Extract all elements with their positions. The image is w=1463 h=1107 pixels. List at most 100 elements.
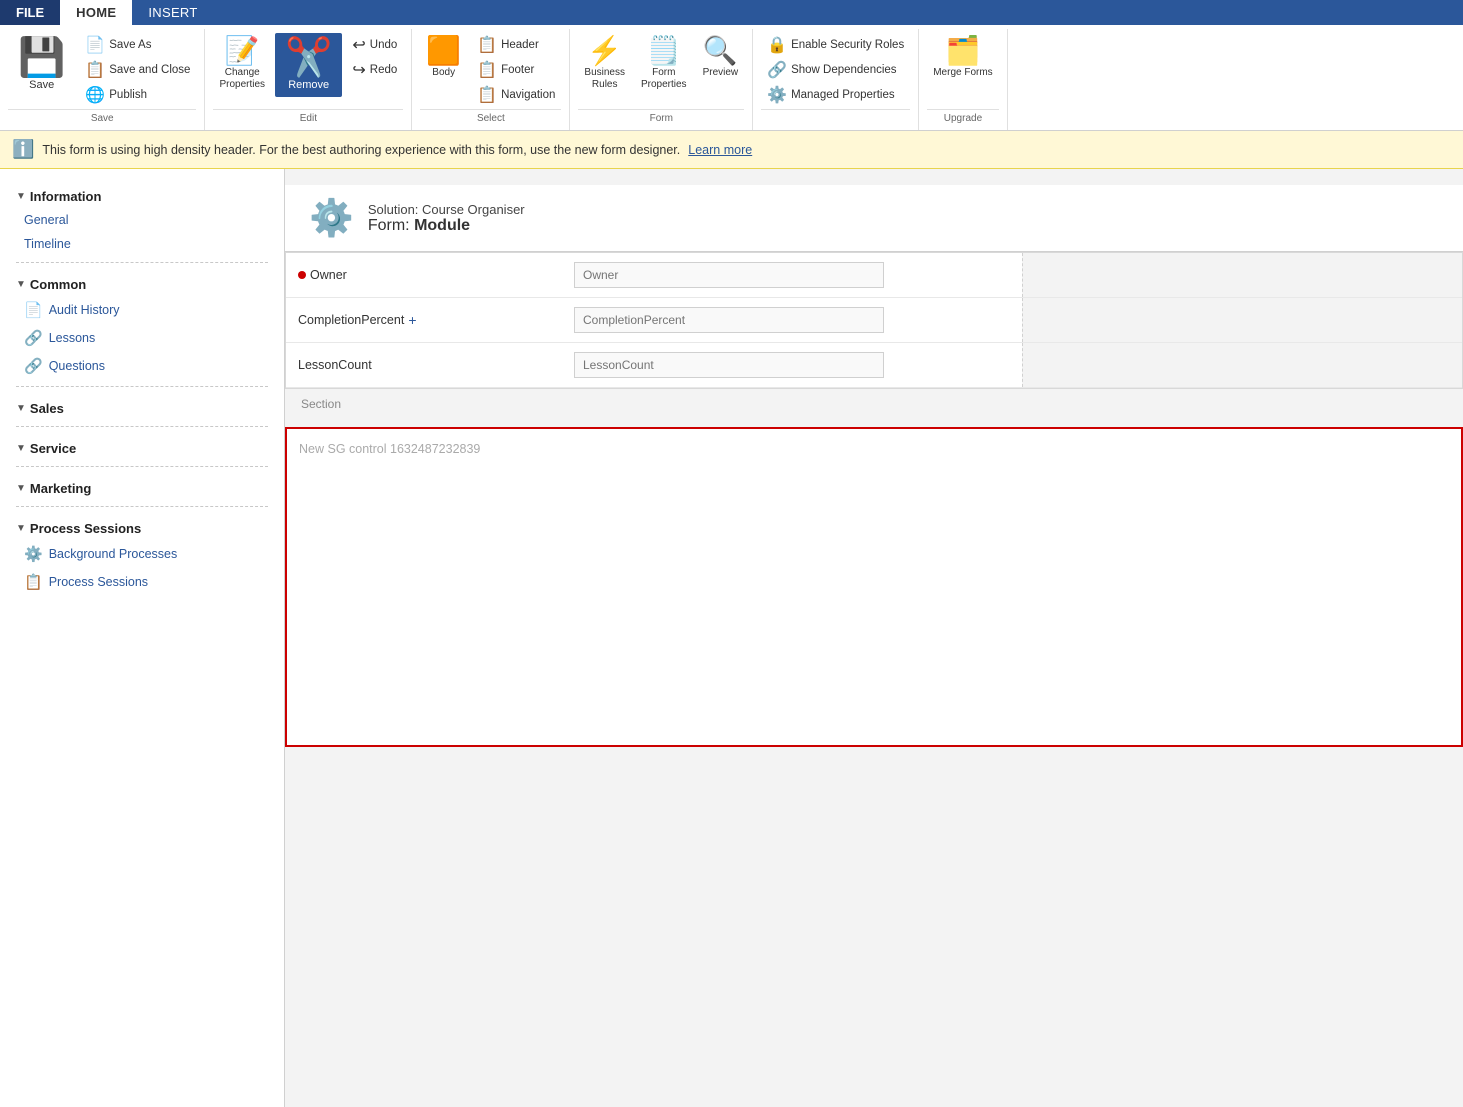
form-small-group: 🔒 Enable Security Roles 🔗 Show Dependenc… <box>761 33 910 107</box>
form-section: Owner CompletionPercent + <box>285 252 1463 389</box>
info-icon: ℹ️ <box>12 139 34 160</box>
form-group-label2 <box>761 109 910 126</box>
sg-control-text: New SG control 1632487232839 <box>299 442 480 456</box>
body-button[interactable]: 🟧 Body <box>420 33 467 83</box>
lessons-icon: 🔗 <box>24 329 43 347</box>
tab-insert[interactable]: INSERT <box>132 0 213 25</box>
change-properties-button[interactable]: 📝 ChangeProperties <box>213 33 271 95</box>
business-rules-button[interactable]: ⚡ BusinessRules <box>578 33 631 95</box>
sidebar-item-background-processes[interactable]: ⚙️ Background Processes <box>0 540 284 568</box>
form-group-items: 🔒 Enable Security Roles 🔗 Show Dependenc… <box>761 33 910 107</box>
sidebar-item-process-sessions[interactable]: 📋 Process Sessions <box>0 568 284 596</box>
save-as-icon: 📄 <box>85 35 105 55</box>
sidebar-section-service: ▼ Service <box>0 433 284 460</box>
completion-input[interactable] <box>574 307 884 333</box>
form-row-completion: CompletionPercent + <box>286 298 1462 343</box>
enable-security-label: Enable Security Roles <box>791 39 904 51</box>
save-group-label: Save <box>8 109 196 126</box>
change-props-label: ChangeProperties <box>219 67 265 91</box>
owner-required-dot <box>298 271 306 279</box>
form-row-lesson-count: LessonCount <box>286 343 1462 388</box>
service-triangle: ▼ <box>16 443 26 454</box>
managed-props-label: Managed Properties <box>791 89 895 101</box>
form-group-label: Form <box>578 109 744 126</box>
merge-forms-label: Merge Forms <box>933 67 992 79</box>
footer-button[interactable]: 📋 Footer <box>471 58 561 82</box>
edit-group-label: Edit <box>213 109 403 126</box>
marketing-triangle: ▼ <box>16 483 26 494</box>
questions-icon: 🔗 <box>24 357 43 375</box>
owner-input[interactable] <box>574 262 884 288</box>
process-sessions-triangle: ▼ <box>16 523 26 534</box>
form-properties-button[interactable]: 🗒️ FormProperties <box>635 33 693 95</box>
sidebar-item-timeline[interactable]: Timeline <box>0 232 284 256</box>
merge-forms-button[interactable]: 🗂️ Merge Forms <box>927 33 998 83</box>
sidebar-item-lessons[interactable]: 🔗 Lessons <box>0 324 284 352</box>
sidebar-item-general[interactable]: General <box>0 208 284 232</box>
edit-group-items: 📝 ChangeProperties ✂️ Remove ↩ Undo ↪ Re… <box>213 33 403 107</box>
remove-button[interactable]: ✂️ Remove <box>275 33 342 97</box>
header-label: Header <box>501 39 539 51</box>
form-label: Form: <box>368 217 410 234</box>
select-group-items: 🟧 Body 📋 Header 📋 Footer 📋 Navigation <box>420 33 561 107</box>
lesson-count-label: LessonCount <box>286 350 566 380</box>
common-header: Common <box>30 277 86 292</box>
footer-label: Footer <box>501 64 534 76</box>
learn-more-link[interactable]: Learn more <box>688 143 752 157</box>
enable-security-button[interactable]: 🔒 Enable Security Roles <box>761 33 910 57</box>
managed-properties-button[interactable]: ⚙️ Managed Properties <box>761 83 910 107</box>
upgrade-group-items: 🗂️ Merge Forms <box>927 33 998 107</box>
lesson-count-input[interactable] <box>574 352 884 378</box>
sidebar-item-timeline-label: Timeline <box>24 237 71 251</box>
completion-label: CompletionPercent + <box>286 304 566 336</box>
information-header: Information <box>30 189 102 204</box>
information-triangle: ▼ <box>16 191 26 202</box>
preview-button[interactable]: 🔍 Preview <box>697 33 745 83</box>
show-dependencies-button[interactable]: 🔗 Show Dependencies <box>761 58 910 82</box>
save-close-icon: 📋 <box>85 60 105 80</box>
form-props-label: FormProperties <box>641 67 687 91</box>
sidebar-divider-5 <box>16 506 268 507</box>
show-deps-icon: 🔗 <box>767 60 787 80</box>
sidebar-item-questions[interactable]: 🔗 Questions <box>0 352 284 380</box>
tab-home[interactable]: HOME <box>60 0 132 25</box>
save-close-button[interactable]: 📋 Save and Close <box>79 58 196 82</box>
form-header-icon: ⚙️ <box>309 197 354 239</box>
upgrade-group-label: Upgrade <box>927 109 998 126</box>
publish-button[interactable]: 🌐 Publish <box>79 83 196 107</box>
save-icon: 💾 <box>18 39 65 77</box>
remove-icon: ✂️ <box>285 39 332 77</box>
lesson-count-extra <box>1022 343 1463 387</box>
save-as-button[interactable]: 📄 Save As <box>79 33 196 57</box>
redo-label: Redo <box>370 64 398 76</box>
undo-button[interactable]: ↩ Undo <box>346 33 403 57</box>
sidebar-divider-3 <box>16 426 268 427</box>
sidebar-section-sales: ▼ Sales <box>0 393 284 420</box>
footer-icon: 📋 <box>477 60 497 80</box>
save-group-items: 💾 Save 📄 Save As 📋 Save and Close 🌐 Publ… <box>8 33 196 107</box>
undo-icon: ↩ <box>352 35 365 55</box>
ribbon-group-biz: ⚡ BusinessRules 🗒️ FormProperties 🔍 Prev… <box>570 29 753 130</box>
completion-required-star: + <box>408 312 416 328</box>
sales-triangle: ▼ <box>16 403 26 414</box>
preview-label: Preview <box>703 67 739 79</box>
sidebar-section-process-sessions: ▼ Process Sessions <box>0 513 284 540</box>
navigation-button[interactable]: 📋 Navigation <box>471 83 561 107</box>
form-solution: Solution: Course Organiser <box>368 202 525 217</box>
navigation-icon: 📋 <box>477 85 497 105</box>
owner-extra <box>1022 253 1463 297</box>
header-button[interactable]: 📋 Header <box>471 33 561 57</box>
tab-file[interactable]: FILE <box>0 0 60 25</box>
redo-button[interactable]: ↪ Redo <box>346 58 403 82</box>
ribbon-group-upgrade: 🗂️ Merge Forms Upgrade <box>919 29 1007 130</box>
save-button[interactable]: 💾 Save <box>8 33 75 97</box>
sidebar-section-information: ▼ Information <box>0 181 284 208</box>
redo-icon: ↪ <box>352 60 365 80</box>
form-name: Form: Module <box>368 217 525 235</box>
service-header: Service <box>30 441 76 456</box>
sg-control-box[interactable]: New SG control 1632487232839 <box>285 427 1463 747</box>
main-layout: ▼ Information General Timeline ▼ Common … <box>0 169 1463 1107</box>
sidebar-item-audit-history[interactable]: 📄 Audit History <box>0 296 284 324</box>
biz-group-items: ⚡ BusinessRules 🗒️ FormProperties 🔍 Prev… <box>578 33 744 107</box>
form-props-icon: 🗒️ <box>646 37 681 65</box>
